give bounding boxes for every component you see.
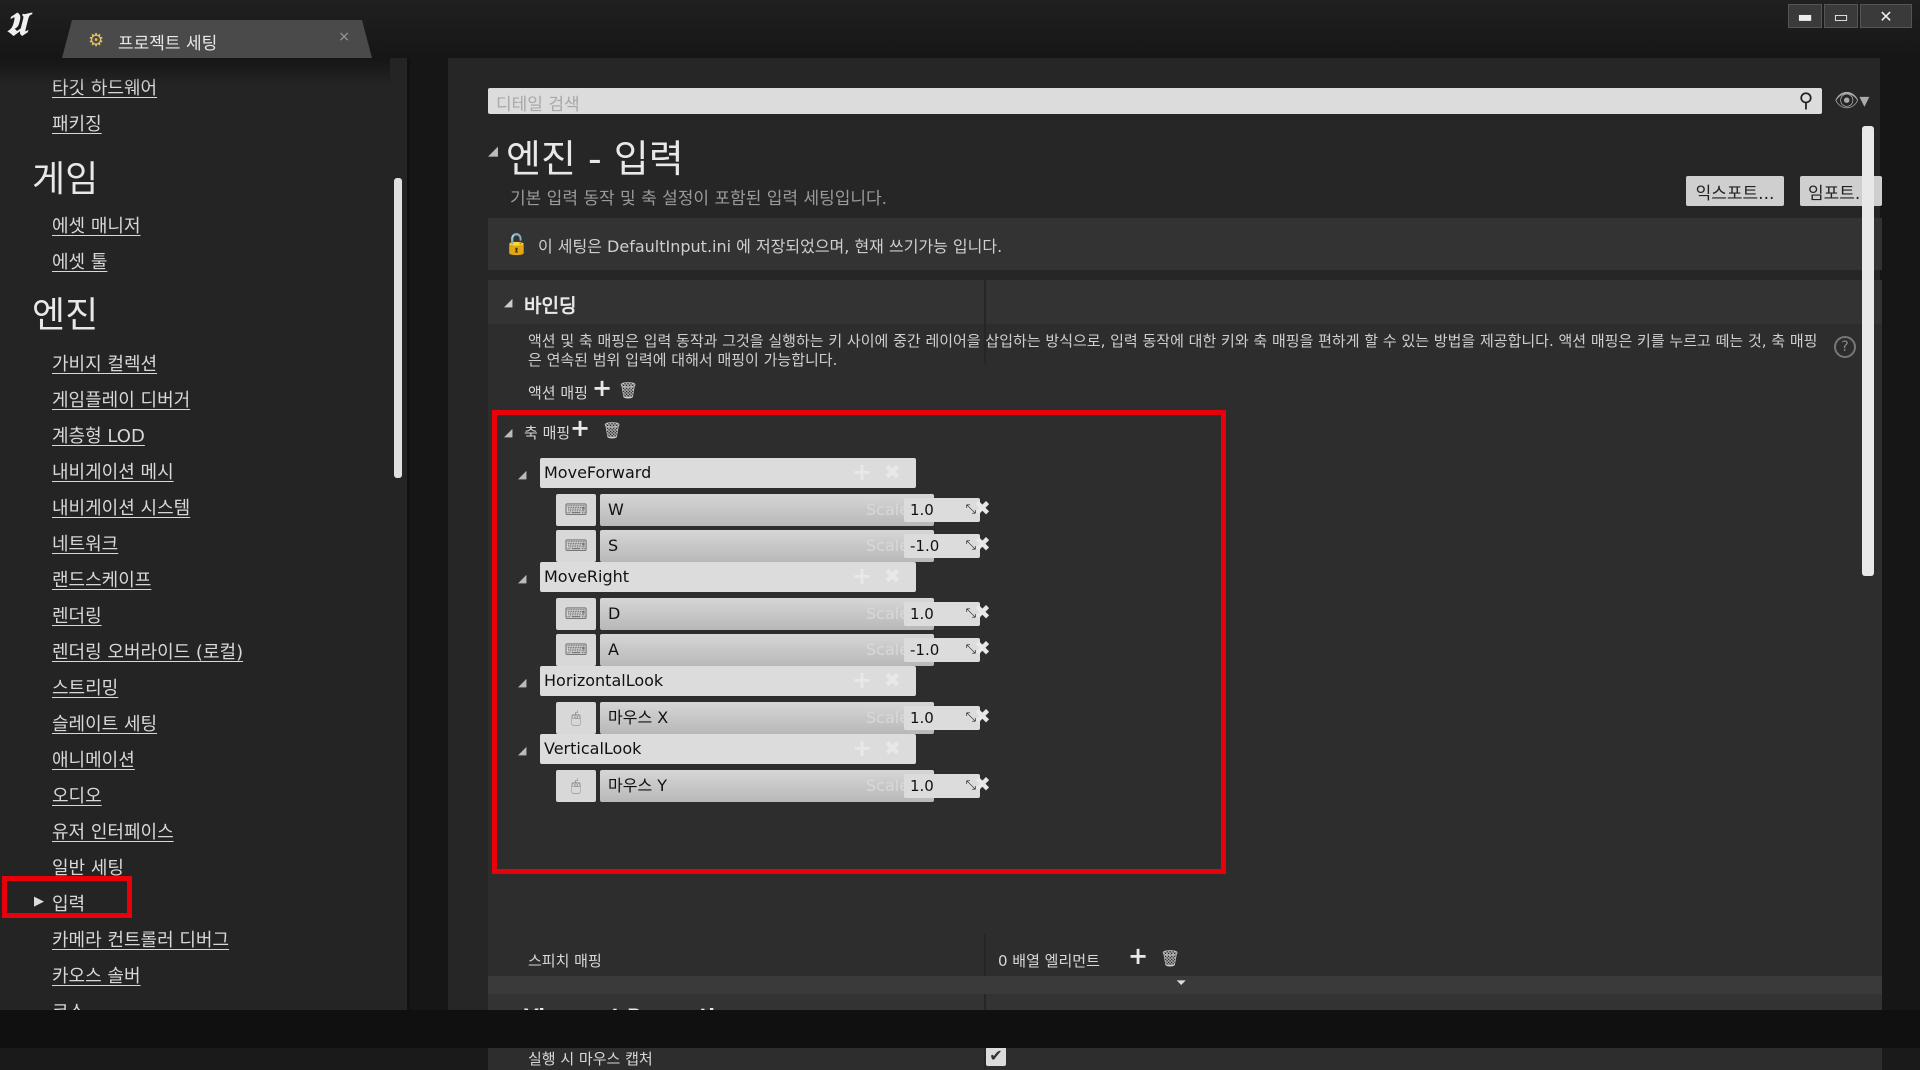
unreal-logo: 𝖀 — [6, 5, 28, 43]
column-divider — [984, 324, 986, 364]
sidebar-item-gameplay-debugger[interactable]: 게임플레이 디버거 — [52, 386, 190, 412]
column-divider — [984, 934, 986, 982]
title-bar: 𝖀 ⚙ 프로젝트 세팅 × ▬ ▭ ✕ — [0, 0, 1920, 58]
highlight-box-input — [2, 876, 132, 918]
sidebar-item-navigation-system[interactable]: 내비게이션 시스템 — [52, 494, 190, 520]
sidebar-item-rendering-override[interactable]: 렌더링 오버라이드 (로컬) — [52, 638, 243, 664]
eye-icon[interactable]: 👁▾ — [1834, 88, 1869, 112]
search-input[interactable]: 디테일 검색 ⚲ — [488, 88, 1822, 115]
bindings-section-header[interactable]: ◢ 바인딩 — [488, 280, 1882, 324]
sidebar-item-network[interactable]: 네트워크 — [52, 530, 118, 556]
sidebar-item-course[interactable]: 코스 — [52, 998, 85, 1010]
highlight-box-axis-mappings — [492, 410, 1226, 874]
sidebar-item-audio[interactable]: 오디오 — [52, 782, 102, 808]
sidebar-item-navigation-mesh[interactable]: 내비게이션 메시 — [52, 458, 174, 484]
close-button[interactable]: ✕ — [1860, 4, 1912, 28]
column-divider — [984, 280, 986, 324]
config-info-text: 이 세팅은 DefaultInput.ini 에 저장되었으며, 현재 쓰기가능… — [538, 237, 1003, 256]
collapse-arrow-icon: ◢ — [504, 296, 513, 309]
sidebar-heading-engine: 엔진 — [32, 295, 99, 336]
advanced-expander[interactable]: ⏷ — [488, 976, 1882, 994]
window-controls: ▬ ▭ ✕ — [1788, 4, 1912, 28]
maximize-button[interactable]: ▭ — [1824, 4, 1858, 28]
bottom-strip — [0, 1010, 1920, 1048]
sidebar-item-user-interface[interactable]: 유저 인터페이스 — [52, 818, 174, 844]
tab-close-icon[interactable]: × — [338, 29, 350, 45]
trash-icon[interactable]: 🗑 — [1160, 950, 1180, 968]
settings-sidebar: 타깃 하드웨어 패키징 게임 에셋 매니저 에셋 툴 엔진 가비지 컬렉션 게임… — [0, 58, 410, 1010]
tab-label: 프로젝트 세팅 — [118, 34, 218, 54]
add-action-mapping-button[interactable]: + — [592, 376, 612, 400]
page-description: 기본 입력 동작 및 축 설정이 포함된 입력 세팅입니다. — [510, 189, 888, 209]
sidebar-item-camera-controller-debug[interactable]: 카메라 컨트롤러 디버그 — [52, 926, 229, 952]
speech-mapping-row: 스피치 매핑 0 배열 엘리먼트 + 🗑 — [488, 934, 1882, 982]
sidebar-item-chaos-solver[interactable]: 카오스 솔버 — [52, 962, 141, 988]
search-placeholder: 디테일 검색 — [496, 95, 580, 115]
capture-mouse-checkbox[interactable]: ✔ — [986, 1046, 1006, 1066]
editor-window: 𝖀 ⚙ 프로젝트 세팅 × ▬ ▭ ✕ 타깃 하드웨어 패키징 게임 에셋 매니… — [0, 0, 1920, 1070]
sidebar-item-asset-manager[interactable]: 에셋 매니저 — [52, 212, 141, 238]
sidebar-item-hlod[interactable]: 계층형 LOD — [52, 422, 145, 448]
trash-icon[interactable]: 🗑 — [618, 382, 638, 400]
bindings-description: 액션 및 축 매핑은 입력 동작과 그것을 실행하는 키 사이에 중간 레이어을… — [528, 332, 1818, 369]
export-button[interactable]: 익스포트... — [1686, 176, 1784, 206]
add-speech-mapping-button[interactable]: + — [1128, 944, 1148, 968]
section-title: 바인딩 — [524, 295, 577, 317]
gear-icon: ⚙ — [88, 30, 105, 51]
help-icon[interactable]: ? — [1834, 336, 1856, 358]
action-mapping-label: 액션 매핑 — [528, 384, 588, 402]
sidebar-item-packaging[interactable]: 패키징 — [52, 110, 102, 136]
chevron-down-icon: ⏷ — [1176, 976, 1187, 991]
sidebar-scrollbar[interactable] — [394, 178, 402, 478]
capture-mouse-label: 실행 시 마우스 캡처 — [528, 1050, 653, 1068]
sidebar-item-animation[interactable]: 애니메이션 — [52, 746, 135, 772]
sidebar-item-garbage-collection[interactable]: 가비지 컬렉션 — [52, 350, 157, 376]
speech-mapping-label: 스피치 매핑 — [528, 952, 602, 970]
minimize-button[interactable]: ▬ — [1788, 4, 1822, 28]
unlock-icon: 🔓 — [504, 232, 529, 256]
details-scrollbar[interactable] — [1862, 126, 1874, 576]
sidebar-top-shadow — [0, 58, 390, 86]
sidebar-item-slate-settings[interactable]: 슬레이트 세팅 — [52, 710, 157, 736]
sidebar-item-streaming[interactable]: 스트리밍 — [52, 674, 118, 700]
tab-project-settings[interactable]: ⚙ 프로젝트 세팅 × — [62, 20, 372, 58]
search-icon[interactable]: ⚲ — [1794, 89, 1818, 113]
config-info-bar: 🔓 이 세팅은 DefaultInput.ini 에 저장되었으며, 현재 쓰기… — [488, 218, 1882, 270]
sidebar-item-asset-tools[interactable]: 에셋 툴 — [52, 248, 107, 274]
sidebar-item-rendering[interactable]: 렌더링 — [52, 602, 102, 628]
sidebar-heading-game: 게임 — [32, 159, 99, 200]
collapse-arrow-icon[interactable]: ◢ — [488, 144, 498, 159]
page-title: 엔진 - 입력 — [506, 137, 684, 181]
speech-mapping-count: 0 배열 엘리먼트 — [998, 952, 1100, 970]
sidebar-item-landscape[interactable]: 랜드스케이프 — [52, 566, 151, 592]
